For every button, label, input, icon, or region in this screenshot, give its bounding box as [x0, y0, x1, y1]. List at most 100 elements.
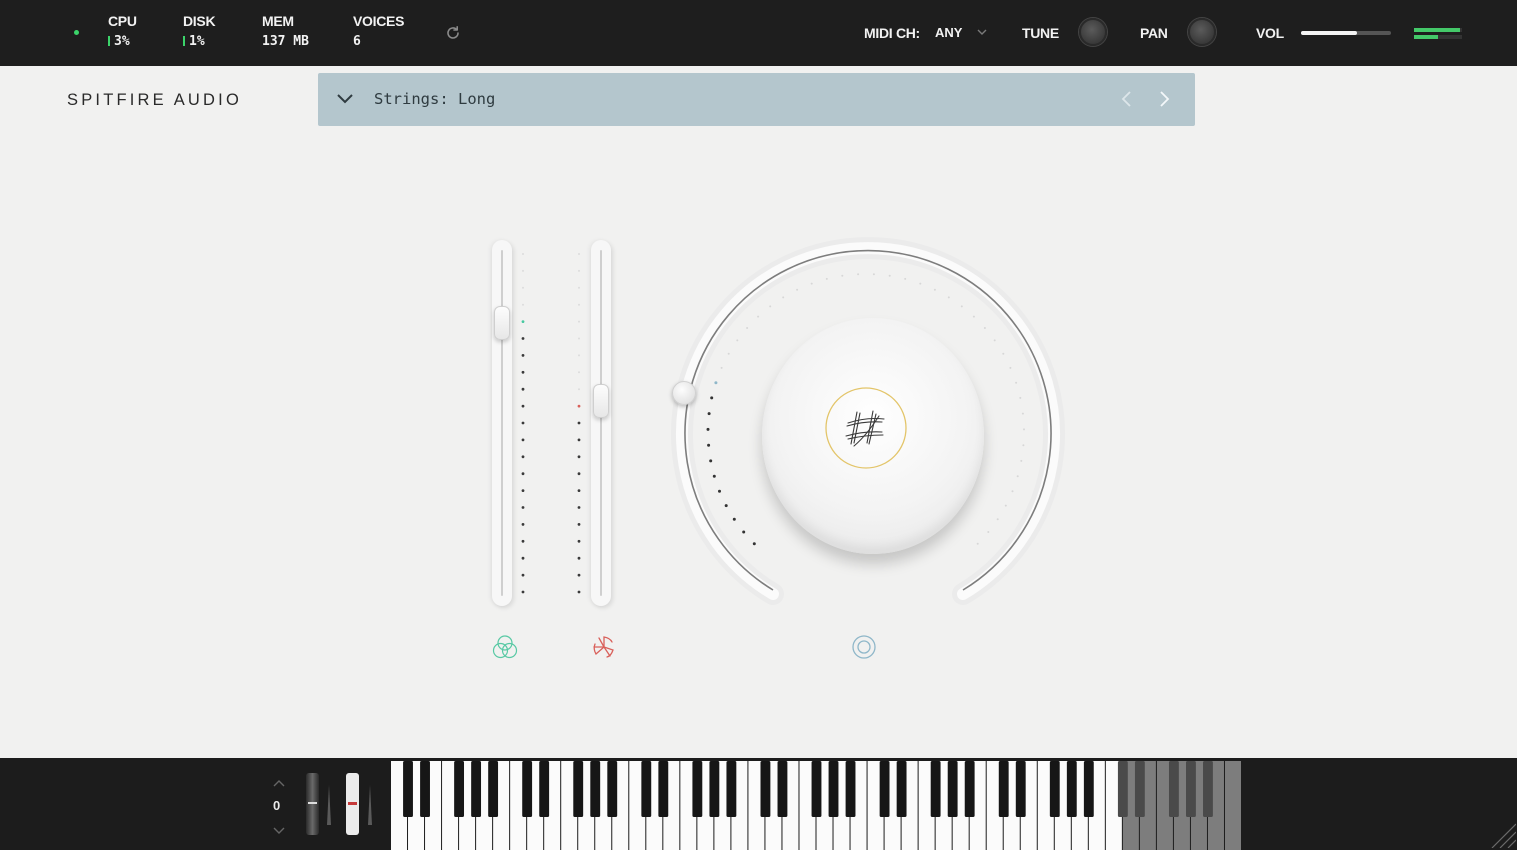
level-dot: [521, 556, 525, 560]
level-dot: [577, 421, 581, 425]
octave-value: 0: [273, 798, 281, 813]
pitch-wheel[interactable]: [306, 773, 319, 835]
activity-led: [74, 30, 79, 35]
black-key[interactable]: [454, 761, 465, 817]
midi-channel-value[interactable]: ANY: [935, 25, 962, 40]
level-dot: [521, 354, 525, 357]
level-dot: [577, 573, 581, 577]
black-key[interactable]: [590, 761, 601, 817]
black-key[interactable]: [488, 761, 499, 817]
disk-value: 1%: [189, 34, 205, 49]
black-key[interactable]: [1117, 761, 1128, 817]
black-key[interactable]: [947, 761, 958, 817]
level-dot: [521, 438, 525, 442]
black-key[interactable]: [1066, 761, 1077, 817]
level-dot: [577, 489, 581, 492]
level-dot: [577, 590, 581, 594]
black-key[interactable]: [811, 761, 822, 817]
preset-name[interactable]: Strings: Long: [374, 90, 495, 108]
black-key[interactable]: [641, 761, 652, 817]
dynamics-fader[interactable]: [591, 240, 611, 606]
level-dot: [577, 455, 581, 459]
output-meter-left: [1414, 28, 1462, 32]
pitch-wheel-indicator: [327, 785, 331, 825]
octave-up-icon[interactable]: [272, 778, 286, 788]
black-key[interactable]: [964, 761, 975, 817]
black-key[interactable]: [522, 761, 533, 817]
black-key[interactable]: [1015, 761, 1026, 817]
reset-voices-icon[interactable]: [444, 24, 462, 42]
black-key[interactable]: [658, 761, 669, 817]
black-key[interactable]: [828, 761, 839, 817]
tune-knob[interactable]: [1079, 18, 1107, 46]
black-key[interactable]: [726, 761, 737, 817]
black-key[interactable]: [845, 761, 856, 817]
mem-value: 137 MB: [262, 34, 309, 49]
level-dot: [578, 269, 580, 272]
chevron-down-icon[interactable]: [336, 93, 354, 105]
black-key[interactable]: [1049, 761, 1060, 817]
level-dot: [521, 421, 525, 425]
level-dot: [522, 253, 524, 255]
level-dot: [578, 388, 580, 391]
black-key[interactable]: [420, 761, 430, 817]
black-key[interactable]: [709, 761, 720, 817]
black-key[interactable]: [573, 761, 584, 817]
status-bar: CPU 3% DISK 1% MEM 137 MB VOICES 6 MIDI …: [0, 0, 1517, 66]
black-key[interactable]: [777, 761, 788, 817]
previous-preset-icon[interactable]: [1119, 90, 1135, 108]
black-key[interactable]: [403, 761, 413, 817]
dynamics-fader-handle[interactable]: [593, 384, 609, 419]
black-key[interactable]: [998, 761, 1009, 817]
spitfire-hash-logo: [825, 387, 907, 469]
cpu-stat: CPU 3%: [108, 13, 137, 49]
level-dot: [578, 286, 580, 289]
pan-label: PAN: [1140, 25, 1168, 41]
level-dot: [521, 370, 525, 374]
black-key[interactable]: [879, 761, 890, 817]
level-dot: [577, 404, 581, 408]
black-key[interactable]: [1083, 761, 1094, 817]
resize-grip-icon[interactable]: [1486, 818, 1516, 848]
black-key[interactable]: [1186, 761, 1196, 817]
black-key[interactable]: [607, 761, 618, 817]
level-dot: [521, 573, 525, 577]
level-dot: [521, 320, 525, 323]
level-dot: [577, 472, 581, 476]
black-key[interactable]: [471, 761, 482, 817]
midi-channel-label: MIDI CH:: [864, 25, 920, 41]
black-key[interactable]: [930, 761, 941, 817]
black-key[interactable]: [760, 761, 771, 817]
mem-stat: MEM 137 MB: [262, 13, 309, 49]
piano-keyboard[interactable]: [391, 761, 1242, 850]
expression-fader[interactable]: [492, 240, 512, 606]
white-key[interactable]: [1224, 761, 1241, 850]
next-preset-icon[interactable]: [1156, 90, 1172, 108]
level-dot: [522, 286, 524, 289]
expression-level-scale: [521, 253, 525, 594]
pan-knob[interactable]: [1188, 18, 1216, 46]
chevron-down-icon[interactable]: [976, 27, 988, 37]
level-dot: [522, 303, 524, 306]
black-key[interactable]: [1203, 761, 1213, 817]
tune-label: TUNE: [1022, 25, 1059, 41]
level-dot: [577, 539, 581, 543]
dynamics-icon: [593, 636, 614, 658]
expression-fader-handle[interactable]: [494, 306, 510, 341]
octave-down-icon[interactable]: [272, 826, 286, 836]
black-key[interactable]: [1134, 761, 1145, 817]
mod-wheel[interactable]: [346, 773, 359, 835]
preset-selector[interactable]: Strings: Long: [318, 73, 1195, 126]
level-dot: [522, 269, 524, 272]
black-key[interactable]: [539, 761, 550, 817]
level-dot: [521, 472, 525, 476]
disk-stat: DISK 1%: [183, 13, 216, 49]
black-key[interactable]: [692, 761, 703, 817]
level-dot: [578, 253, 580, 255]
reverb-dial-handle[interactable]: [672, 381, 696, 405]
level-dot: [578, 320, 580, 323]
black-key[interactable]: [896, 761, 907, 817]
level-dot: [521, 590, 525, 594]
black-key[interactable]: [1168, 761, 1179, 817]
volume-slider[interactable]: [1301, 31, 1391, 35]
